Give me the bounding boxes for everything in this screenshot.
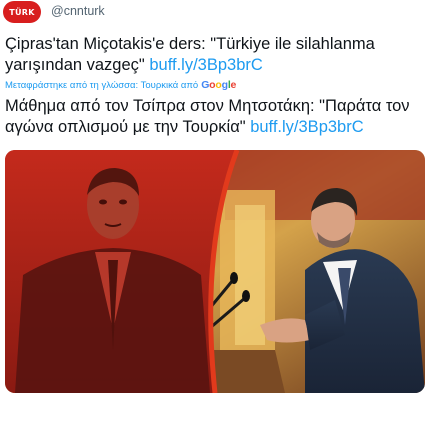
tweet-link-original[interactable]: buff.ly/3Bp3brC [149,56,262,74]
tweet-media-image[interactable] [5,150,425,393]
translation-note: Μεταφράστηκε από τη γλώσσα: Τουρκικά από… [5,79,425,91]
account-avatar[interactable]: TÜRK [3,1,41,23]
tweet-link-translated[interactable]: buff.ly/3Bp3brC [250,118,363,136]
account-handle[interactable]: @cnnturk [51,4,105,18]
google-logo: Google [201,79,237,91]
avatar-logo: TÜRK [9,7,35,17]
tweet-card[interactable]: TÜRK @cnnturk Çipras'tan Miçotakis'e der… [0,0,430,430]
tweet-text-translated: Μάθημα από τον Τσίπρα στον Μητσοτάκη: "Π… [5,96,429,138]
media-photo [5,150,425,393]
tweet-text-original: Çipras'tan Miçotakis'e ders: "Türkiye il… [5,34,425,76]
translation-note-text: Μεταφράστηκε από τη γλώσσα: Τουρκικά από [5,79,199,91]
